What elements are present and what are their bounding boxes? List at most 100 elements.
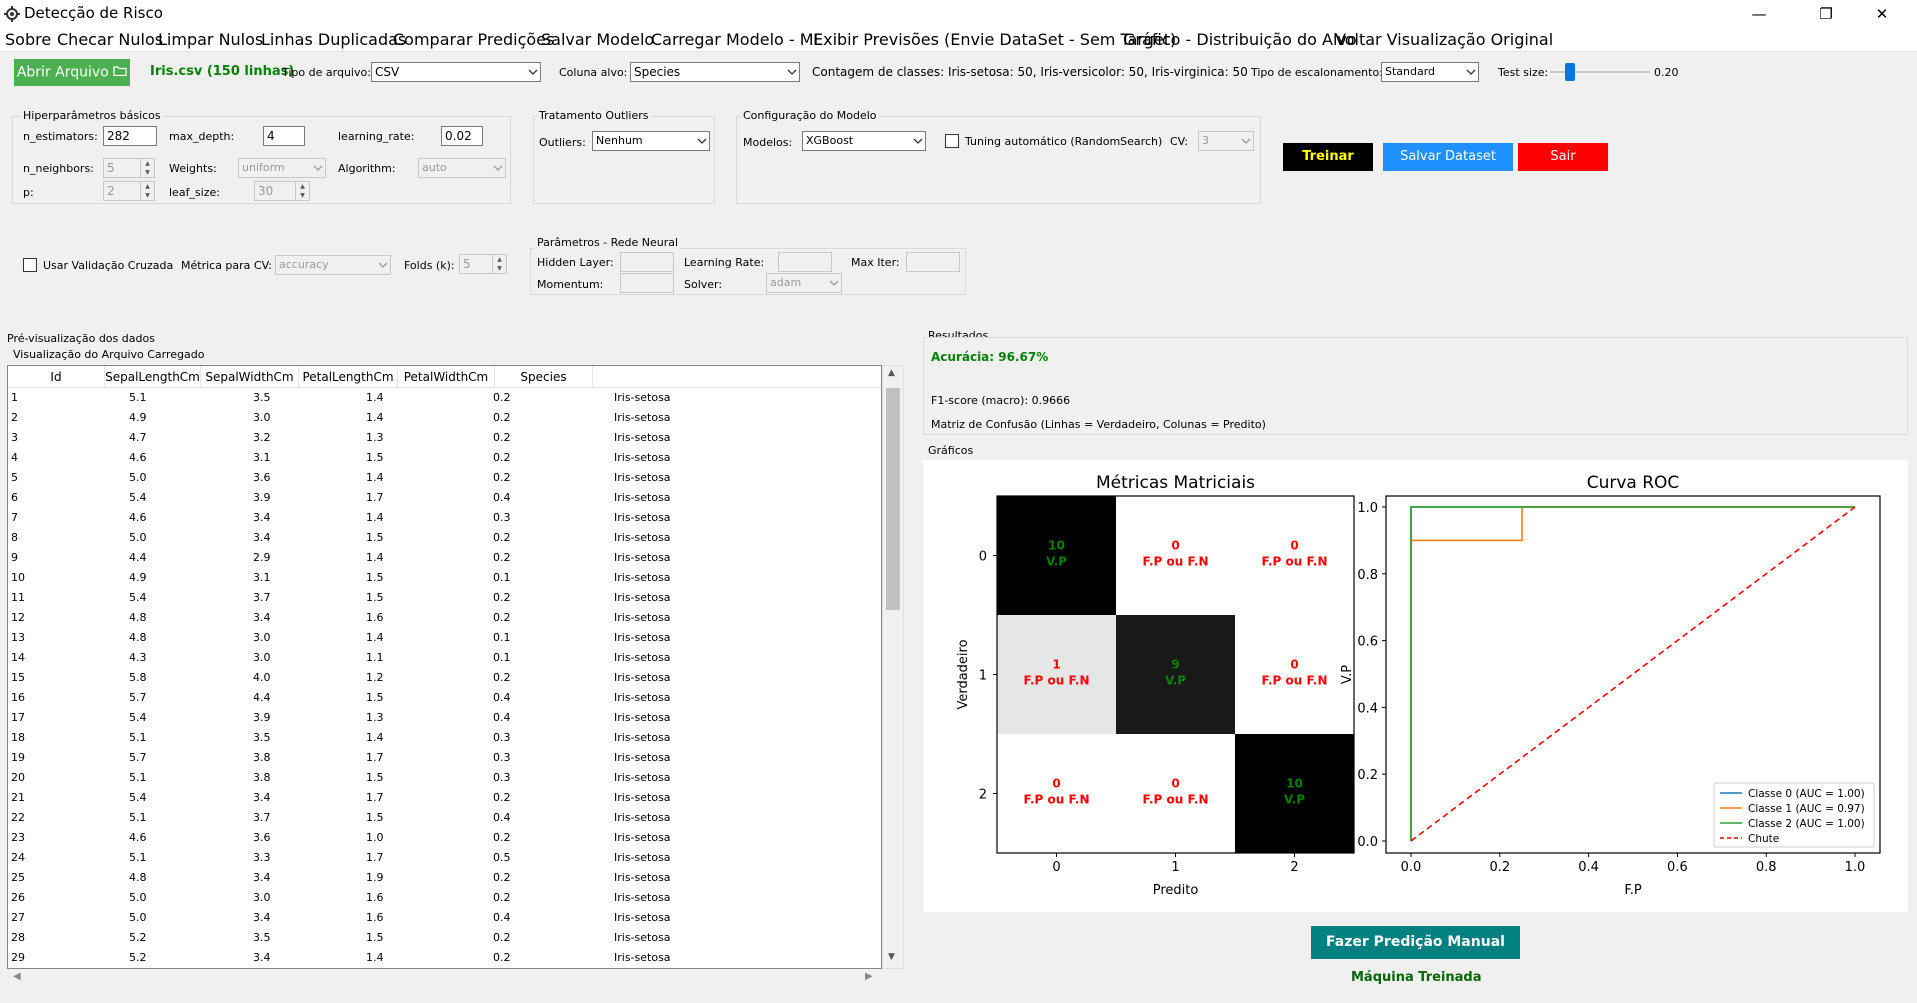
- data-preview-table[interactable]: Id SepalLengthCm SepalWidthCm PetalLengthCm…: [7, 365, 882, 969]
- table-row[interactable]: 28 5.2 3.5 1.5 0.2 Iris-setosa: [8, 928, 878, 948]
- spin-arrows-icon[interactable]: ▲ ▼: [492, 255, 506, 273]
- table-row[interactable]: 5 5.0 3.6 1.4 0.2 Iris-setosa: [8, 468, 878, 488]
- table-row[interactable]: 22 5.1 3.7 1.5 0.4 Iris-setosa: [8, 808, 878, 828]
- table-row[interactable]: 7 4.6 3.4 1.4 0.3 Iris-setosa: [8, 508, 878, 528]
- learning-rate-input[interactable]: 0.02: [441, 126, 483, 146]
- menu-carregar-modelo[interactable]: Carregar Modelo - ML: [651, 30, 822, 49]
- table-row[interactable]: 24 5.1 3.3 1.7 0.5 Iris-setosa: [8, 848, 878, 868]
- open-file-button[interactable]: Abrir Arquivo: [14, 59, 130, 86]
- heatmap-value: 9: [1171, 658, 1179, 672]
- table-row[interactable]: 10 4.9 3.1 1.5 0.1 Iris-setosa: [8, 568, 878, 588]
- table-row[interactable]: 19 5.7 3.8 1.7 0.3 Iris-setosa: [8, 748, 878, 768]
- table-row[interactable]: 2 4.9 3.0 1.4 0.2 Iris-setosa: [8, 408, 878, 428]
- exit-button[interactable]: Sair: [1518, 143, 1608, 171]
- table-row[interactable]: 11 5.4 3.7 1.5 0.2 Iris-setosa: [8, 588, 878, 608]
- nn-learning-rate-input[interactable]: [778, 252, 832, 272]
- momentum-input[interactable]: [620, 273, 674, 293]
- scroll-left-icon[interactable]: ◀: [13, 971, 21, 982]
- menu-grafico-distribuicao[interactable]: Gráfico - Distribuição do Alvo: [1123, 30, 1357, 49]
- n-estimators-input[interactable]: 282: [103, 126, 157, 146]
- table-row[interactable]: 9 4.4 2.9 1.4 0.2 Iris-setosa: [8, 548, 878, 568]
- column-header[interactable]: PetalWidthCm: [398, 366, 495, 388]
- n-neighbors-spinbox[interactable]: 5 ▲ ▼: [103, 158, 155, 178]
- manual-predict-button[interactable]: Fazer Predição Manual: [1311, 926, 1520, 959]
- column-header[interactable]: PetalLengthCm: [299, 366, 398, 388]
- column-header[interactable]: SepalLengthCm: [105, 366, 201, 388]
- table-row[interactable]: 17 5.4 3.9 1.3 0.4 Iris-setosa: [8, 708, 878, 728]
- table-row[interactable]: 12 4.8 3.4 1.6 0.2 Iris-setosa: [8, 608, 878, 628]
- table-row[interactable]: 27 5.0 3.4 1.6 0.4 Iris-setosa: [8, 908, 878, 928]
- minimize-button[interactable]: —: [1736, 0, 1782, 28]
- table-row[interactable]: 6 5.4 3.9 1.7 0.4 Iris-setosa: [8, 488, 878, 508]
- folds-spinbox[interactable]: 5 ▲ ▼: [459, 254, 507, 274]
- legend-label: Chute: [1748, 833, 1779, 845]
- spin-arrows-icon[interactable]: ▲ ▼: [140, 159, 154, 177]
- solver-select[interactable]: adam: [766, 273, 842, 293]
- table-cell: 4.4: [253, 691, 271, 704]
- roc-y-tick-label: 0.6: [1357, 635, 1378, 650]
- tuning-cv-select[interactable]: 3: [1198, 131, 1254, 151]
- outliers-select[interactable]: Nenhum: [592, 131, 710, 151]
- table-cell: 0.2: [493, 591, 511, 604]
- menu-comparar-predicoes[interactable]: Comparar Predições: [393, 30, 554, 49]
- table-row[interactable]: 23 4.6 3.6 1.0 0.2 Iris-setosa: [8, 828, 878, 848]
- table-row[interactable]: 29 5.2 3.4 1.4 0.2 Iris-setosa: [8, 948, 878, 968]
- file-type-select[interactable]: CSV: [371, 62, 541, 82]
- cv-metric-select[interactable]: accuracy: [275, 255, 391, 275]
- table-row[interactable]: 8 5.0 3.4 1.5 0.2 Iris-setosa: [8, 528, 878, 548]
- close-button[interactable]: ✕: [1859, 0, 1905, 28]
- table-row[interactable]: 20 5.1 3.8 1.5 0.3 Iris-setosa: [8, 768, 878, 788]
- table-row[interactable]: 16 5.7 4.4 1.5 0.4 Iris-setosa: [8, 688, 878, 708]
- menu-checar-nulos[interactable]: Checar Nulos: [57, 30, 163, 49]
- table-row[interactable]: 1 5.1 3.5 1.4 0.2 Iris-setosa: [8, 388, 878, 408]
- table-row[interactable]: 25 4.8 3.4 1.9 0.2 Iris-setosa: [8, 868, 878, 888]
- p-spinbox[interactable]: 2 ▲ ▼: [103, 181, 155, 201]
- leaf-size-spinbox[interactable]: 30 ▲ ▼: [254, 181, 310, 201]
- table-row[interactable]: 14 4.3 3.0 1.1 0.1 Iris-setosa: [8, 648, 878, 668]
- table-cell: 1.5: [366, 811, 384, 824]
- tuning-cv-value: 3: [1202, 134, 1209, 147]
- table-horizontal-scrollbar[interactable]: ◀ ▶: [7, 969, 882, 987]
- max-iter-input[interactable]: [906, 252, 960, 272]
- scaling-type-select[interactable]: Standard: [1381, 62, 1479, 82]
- table-row[interactable]: 4 4.6 3.1 1.5 0.2 Iris-setosa: [8, 448, 878, 468]
- hidden-layer-input[interactable]: [620, 252, 674, 272]
- table-row[interactable]: 18 5.1 3.5 1.4 0.3 Iris-setosa: [8, 728, 878, 748]
- train-button[interactable]: Treinar: [1283, 143, 1373, 171]
- menu-exibir-previsoes[interactable]: Exibir Previsões (Envie DataSet - Sem Ta…: [813, 30, 1176, 49]
- column-header[interactable]: Id: [8, 366, 105, 388]
- models-select[interactable]: XGBoost: [802, 131, 926, 151]
- table-row[interactable]: 13 4.8 3.0 1.4 0.1 Iris-setosa: [8, 628, 878, 648]
- cross-validation-checkbox[interactable]: [23, 258, 37, 272]
- scrollbar-thumb[interactable]: [886, 388, 900, 610]
- scroll-up-icon[interactable]: ▲: [888, 368, 895, 378]
- algorithm-select[interactable]: auto: [418, 158, 506, 178]
- table-row[interactable]: 15 5.8 4.0 1.2 0.2 Iris-setosa: [8, 668, 878, 688]
- table-vertical-scrollbar[interactable]: ▲ ▼: [882, 365, 904, 969]
- menu-limpar-nulos[interactable]: Limpar Nulos: [158, 30, 263, 49]
- menu-linhas-duplicadas[interactable]: Linhas Duplicadas: [261, 30, 406, 49]
- target-column-select[interactable]: Species: [630, 62, 800, 82]
- menu-voltar-visualizacao[interactable]: Voltar Visualização Original: [1335, 30, 1553, 49]
- menu-salvar-modelo[interactable]: Salvar Modelo: [541, 30, 654, 49]
- menu-sobre[interactable]: Sobre: [5, 30, 51, 49]
- table-row[interactable]: 26 5.0 3.0 1.6 0.2 Iris-setosa: [8, 888, 878, 908]
- table-cell: 5.7: [129, 751, 147, 764]
- spin-arrows-icon[interactable]: ▲ ▼: [140, 182, 154, 200]
- weights-select[interactable]: uniform: [238, 158, 326, 178]
- maximize-button[interactable]: ❐: [1803, 0, 1849, 28]
- table-cell: Iris-setosa: [614, 711, 671, 724]
- max-depth-input[interactable]: 4: [263, 126, 305, 146]
- spin-arrows-icon[interactable]: ▲ ▼: [295, 182, 309, 200]
- column-header[interactable]: SepalWidthCm: [201, 366, 299, 388]
- tuning-checkbox[interactable]: [945, 134, 959, 148]
- save-dataset-button[interactable]: Salvar Dataset: [1383, 143, 1513, 171]
- column-header[interactable]: Species: [495, 366, 593, 388]
- scroll-right-icon[interactable]: ▶: [865, 971, 873, 982]
- table-row[interactable]: 21 5.4 3.4 1.7 0.2 Iris-setosa: [8, 788, 878, 808]
- heatmap-cell-label: V.P: [1284, 793, 1305, 807]
- heatmap-cell-label: V.P: [1046, 555, 1067, 569]
- test-size-slider-thumb[interactable]: [1565, 63, 1575, 81]
- table-row[interactable]: 3 4.7 3.2 1.3 0.2 Iris-setosa: [8, 428, 878, 448]
- scroll-down-icon[interactable]: ▼: [888, 952, 895, 962]
